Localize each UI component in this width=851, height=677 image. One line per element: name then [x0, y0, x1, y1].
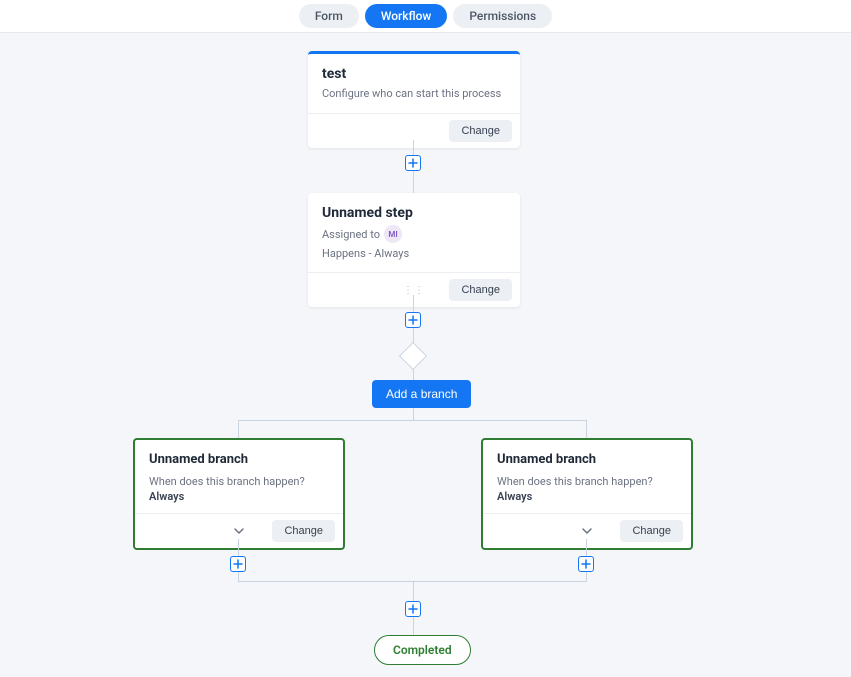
branch-right-title: Unnamed branch	[483, 440, 691, 475]
tab-permissions[interactable]: Permissions	[453, 4, 552, 28]
plus-icon	[581, 559, 591, 569]
branch-right-answer: Always	[483, 490, 691, 513]
branch-left-title: Unnamed branch	[135, 440, 343, 475]
tab-workflow[interactable]: Workflow	[365, 4, 448, 28]
add-step-button[interactable]	[405, 155, 421, 171]
start-card-title: test	[308, 54, 520, 86]
assigned-to-label: Assigned to	[322, 228, 380, 241]
tabs-header: Form Workflow Permissions	[0, 0, 851, 33]
connector-line	[586, 420, 587, 438]
start-card-footer: Change	[308, 113, 520, 148]
branch-card-right: Unnamed branch When does this branch hap…	[481, 438, 693, 550]
plus-icon	[408, 158, 418, 168]
plus-icon	[408, 604, 418, 614]
branch-right-change-button[interactable]: Change	[620, 520, 683, 542]
connector-line	[238, 420, 587, 421]
start-change-button[interactable]: Change	[449, 120, 512, 142]
branch-card-left: Unnamed branch When does this branch hap…	[133, 438, 345, 550]
add-branch-button[interactable]: Add a branch	[372, 380, 471, 408]
add-step-button[interactable]	[230, 556, 246, 572]
add-step-button[interactable]	[578, 556, 594, 572]
chevron-down-icon[interactable]	[581, 522, 593, 541]
step-card-footer: ⋮⋮ Change	[308, 272, 520, 307]
plus-icon	[233, 559, 243, 569]
branch-left-question: When does this branch happen?	[135, 475, 343, 490]
add-step-button[interactable]	[405, 312, 421, 328]
chevron-down-icon[interactable]	[233, 522, 245, 541]
step-card-title: Unnamed step	[308, 193, 520, 225]
step-card: Unnamed step Assigned to MI Happens - Al…	[308, 193, 520, 307]
start-card-subtitle: Configure who can start this process	[308, 86, 520, 113]
tab-form[interactable]: Form	[299, 4, 359, 28]
decision-node-icon	[399, 342, 427, 370]
branch-left-change-button[interactable]: Change	[272, 520, 335, 542]
step-assigned-row: Assigned to MI	[308, 225, 520, 247]
start-card: test Configure who can start this proces…	[308, 51, 520, 148]
branch-right-footer: Change	[483, 513, 691, 548]
step-change-button[interactable]: Change	[449, 279, 512, 301]
branch-left-footer: Change	[135, 513, 343, 548]
assignee-avatar: MI	[384, 225, 402, 243]
workflow-canvas: test Configure who can start this proces…	[0, 33, 851, 677]
connector-line	[238, 420, 239, 438]
drag-handle-icon[interactable]: ⋮⋮	[403, 285, 425, 296]
branch-left-answer: Always	[135, 490, 343, 513]
step-happens-label: Happens - Always	[308, 247, 520, 272]
completed-node: Completed	[374, 635, 471, 665]
plus-icon	[408, 315, 418, 325]
branch-right-question: When does this branch happen?	[483, 475, 691, 490]
add-step-button[interactable]	[405, 601, 421, 617]
